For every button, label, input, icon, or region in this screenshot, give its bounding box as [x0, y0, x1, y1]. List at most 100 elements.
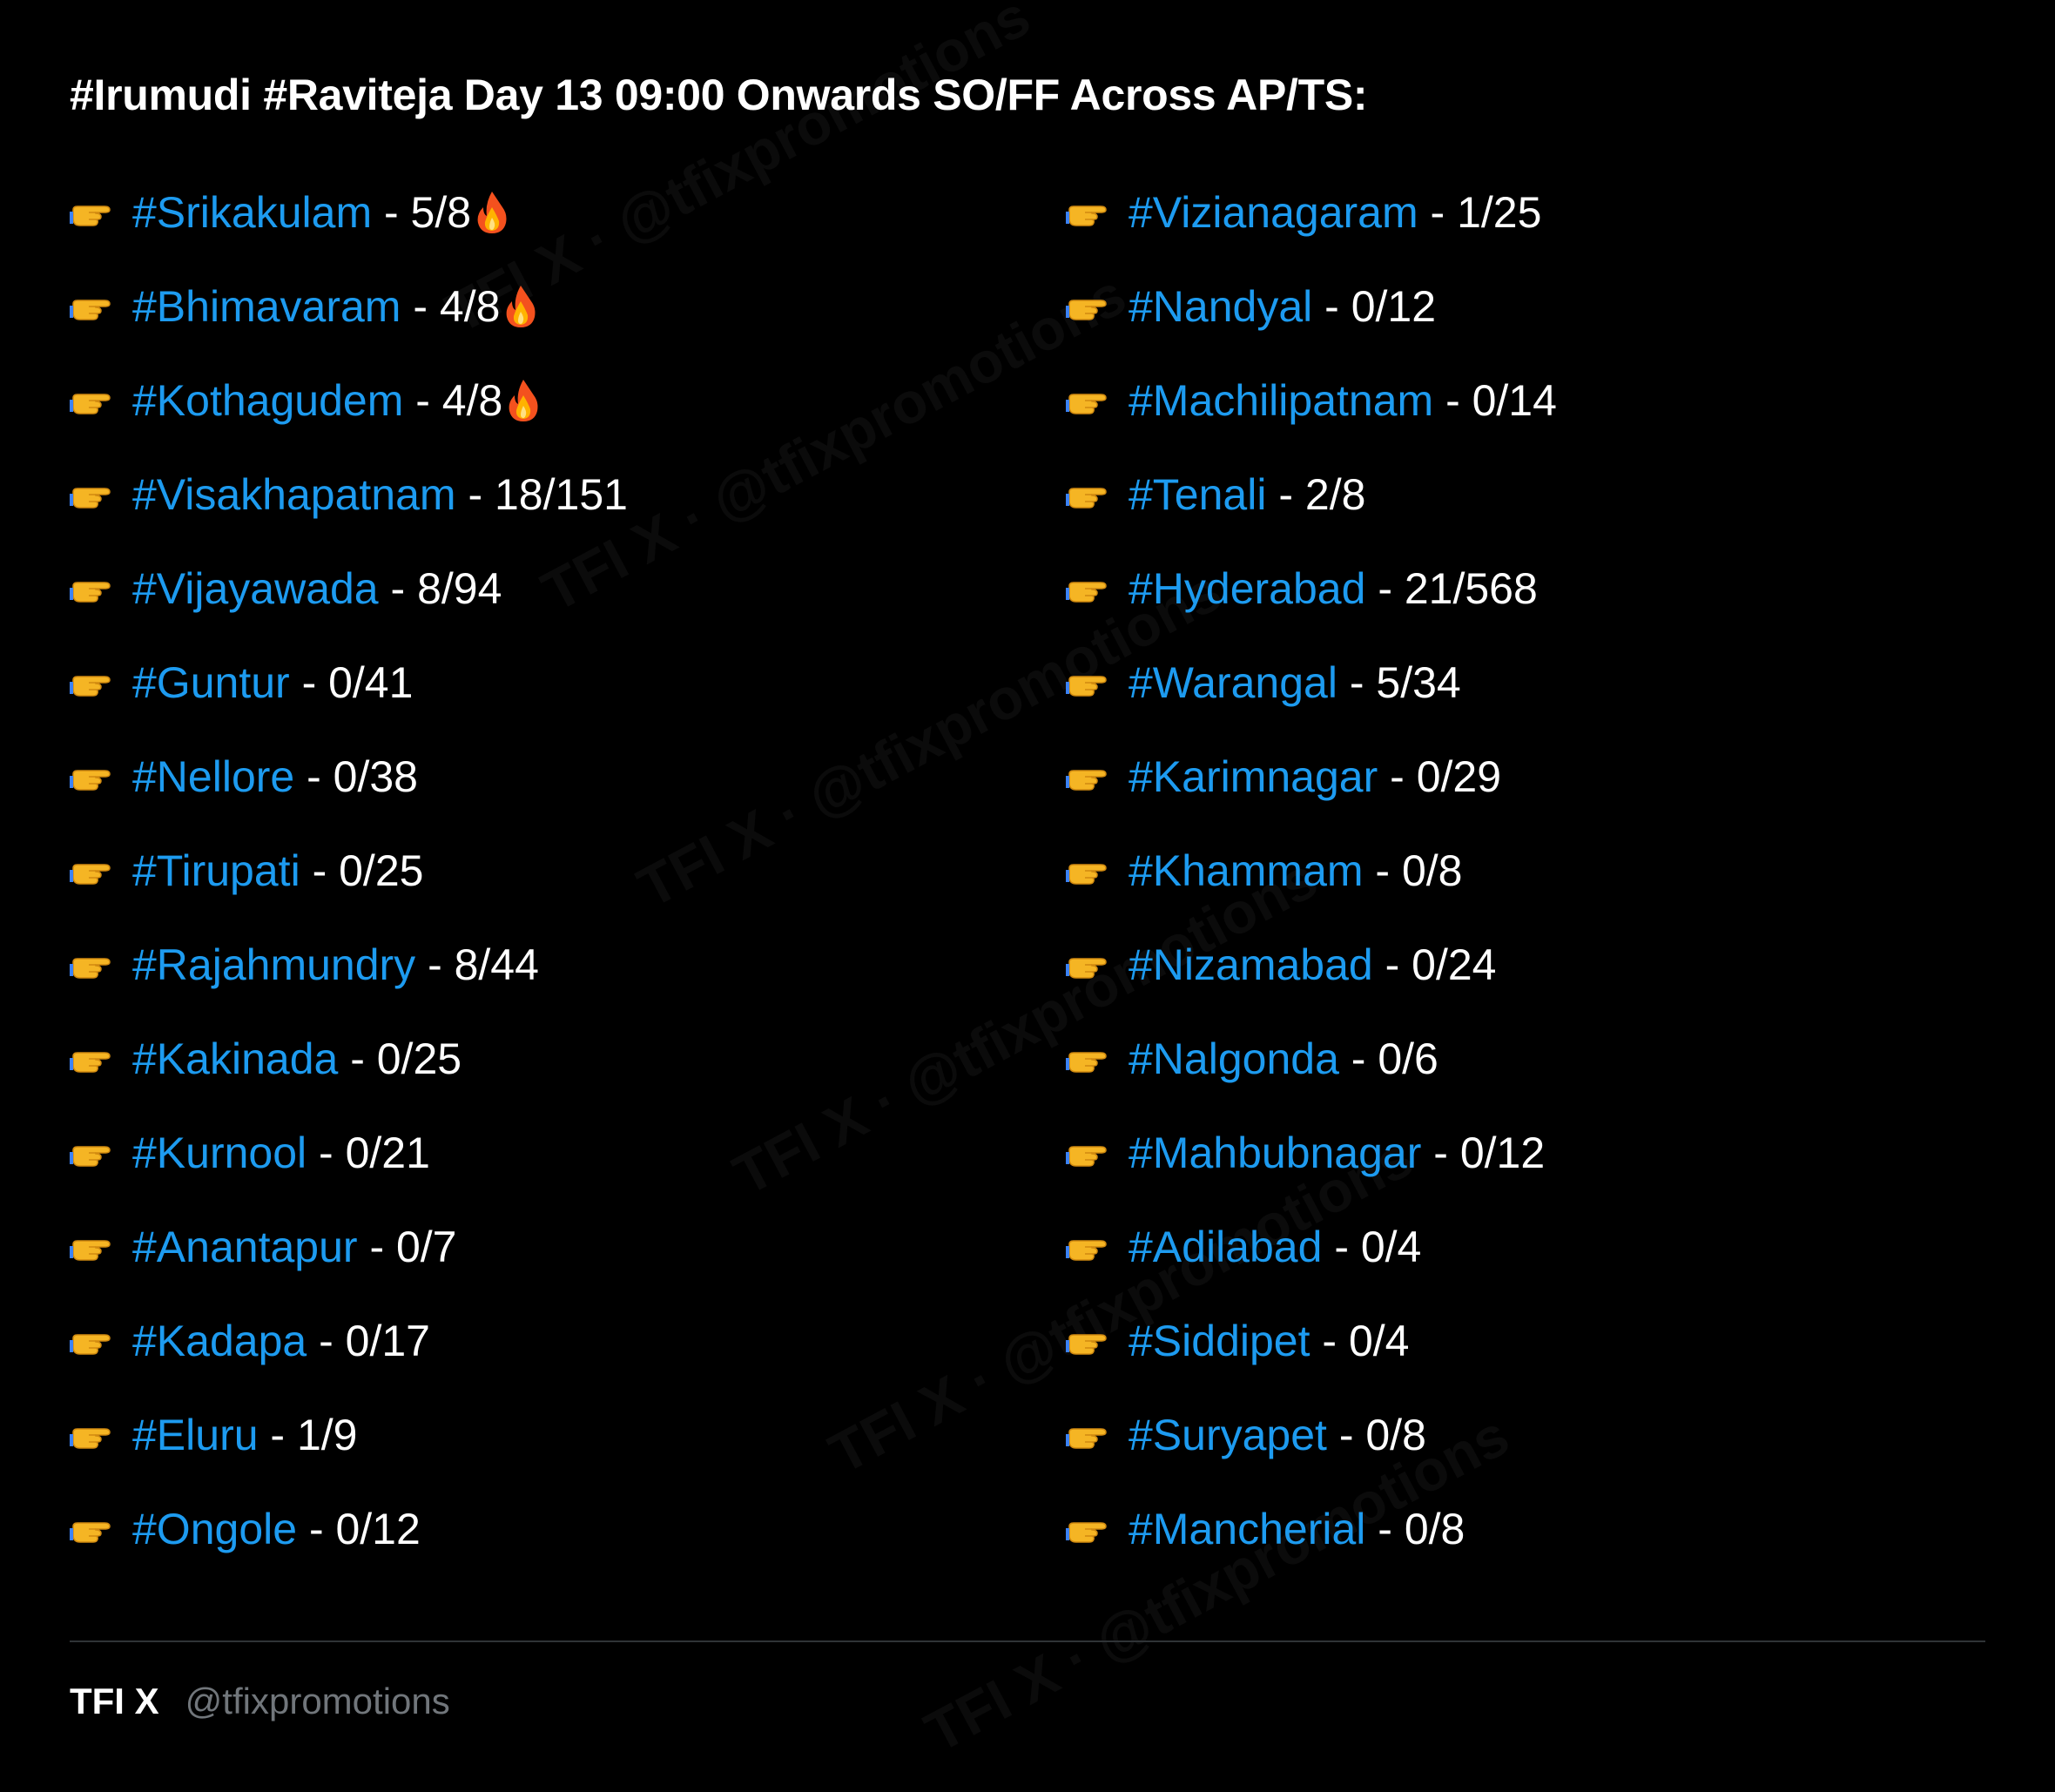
pointing-hand-icon	[70, 576, 118, 603]
pointing-hand-icon	[1066, 199, 1115, 226]
brand-name: TFI X	[70, 1681, 159, 1721]
shows-ratio: 0/4	[1348, 1317, 1410, 1365]
list-item: #Vijayawada - 8/94	[70, 542, 628, 636]
pointing-hand-icon	[1066, 858, 1115, 885]
separator: -	[258, 1411, 297, 1459]
list-item: #Bhimavaram - 4/8	[70, 259, 628, 354]
list-item: #Nizamabad - 0/24	[1066, 918, 1557, 1012]
city-hashtag-link[interactable]: #Nizamabad	[1129, 939, 1373, 991]
pointing-hand-icon	[1066, 952, 1115, 979]
pointing-hand-icon	[70, 482, 118, 509]
shows-ratio: 8/94	[417, 564, 502, 613]
separator: -	[1418, 188, 1458, 237]
city-hashtag-link[interactable]: #Vizianagaram	[1129, 186, 1418, 239]
pointing-hand-icon	[1066, 1140, 1115, 1167]
shows-ratio: 0/12	[335, 1505, 421, 1553]
pointing-hand-icon	[70, 1516, 118, 1543]
pointing-hand-icon	[70, 1140, 118, 1167]
list-item: #Nalgonda - 0/6	[1066, 1012, 1557, 1106]
city-hashtag-link[interactable]: #Visakhapatnam	[132, 468, 456, 521]
pointing-hand-icon	[1066, 576, 1115, 603]
list-item: #Mahbubnagar - 0/12	[1066, 1106, 1557, 1200]
footer-divider	[70, 1640, 1985, 1642]
separator: -	[1365, 564, 1405, 613]
pointing-hand-icon	[70, 293, 118, 320]
city-hashtag-link[interactable]: #Warangal	[1129, 657, 1337, 709]
list-item: #Adilabad - 0/4	[1066, 1200, 1557, 1294]
list-item: #Kothagudem - 4/8	[70, 354, 628, 448]
pointing-hand-icon	[70, 858, 118, 885]
pointing-hand-icon	[1066, 482, 1115, 509]
city-hashtag-link[interactable]: #Rajahmundry	[132, 939, 415, 991]
city-hashtag-link[interactable]: #Hyderabad	[1129, 563, 1365, 615]
shows-ratio: 0/21	[345, 1128, 430, 1177]
separator: -	[297, 1505, 336, 1553]
city-hashtag-link[interactable]: #Karimnagar	[1129, 751, 1378, 803]
city-hashtag-link[interactable]: #Kakinada	[132, 1033, 338, 1085]
list-item: #Guntur - 0/41	[70, 636, 628, 730]
separator: -	[415, 940, 455, 989]
city-hashtag-link[interactable]: #Ongole	[132, 1503, 297, 1555]
city-hashtag-link[interactable]: #Kadapa	[132, 1315, 307, 1367]
pointing-hand-icon	[70, 1422, 118, 1449]
pointing-hand-icon	[70, 952, 118, 979]
shows-ratio: 4/8	[439, 282, 501, 331]
shows-ratio: 0/25	[339, 846, 424, 895]
list-item: #Karimnagar - 0/29	[1066, 730, 1557, 824]
city-hashtag-link[interactable]: #Tirupati	[132, 845, 300, 897]
separator: -	[289, 658, 329, 707]
separator: -	[357, 1223, 396, 1271]
city-hashtag-link[interactable]: #Eluru	[132, 1409, 259, 1461]
city-hashtag-link[interactable]: #Vijayawada	[132, 563, 379, 615]
separator: -	[455, 470, 495, 519]
fire-icon	[504, 378, 542, 423]
account-handle[interactable]: @tfixpromotions	[185, 1681, 450, 1722]
separator: -	[307, 1317, 346, 1365]
city-hashtag-link[interactable]: #Nandyal	[1129, 280, 1312, 333]
city-hashtag-link[interactable]: #Tenali	[1129, 468, 1266, 521]
separator: -	[1322, 1223, 1361, 1271]
shows-ratio: 5/8	[410, 188, 472, 237]
city-hashtag-link[interactable]: #Mahbubnagar	[1129, 1127, 1421, 1179]
left-column-list: #Srikakulam - 5/8 #Bhimavaram - 4/8 #Kotha…	[70, 165, 628, 1576]
fire-icon	[502, 284, 540, 329]
pointing-hand-icon	[1066, 1516, 1115, 1543]
shows-ratio: 0/7	[395, 1223, 457, 1271]
city-hashtag-link[interactable]: #Guntur	[132, 657, 290, 709]
shows-ratio: 0/8	[1404, 1505, 1465, 1553]
city-hashtag-link[interactable]: #Mancherial	[1129, 1503, 1365, 1555]
city-hashtag-link[interactable]: #Srikakulam	[132, 186, 372, 239]
pointing-hand-icon	[70, 1046, 118, 1073]
shows-ratio: 0/38	[333, 752, 418, 801]
separator: -	[1378, 752, 1417, 801]
city-hashtag-link[interactable]: #Siddipet	[1129, 1315, 1310, 1367]
city-hashtag-link[interactable]: #Anantapur	[132, 1221, 358, 1273]
list-item: #Hyderabad - 21/568	[1066, 542, 1557, 636]
city-hashtag-link[interactable]: #Nellore	[132, 751, 294, 803]
city-hashtag-link[interactable]: #Khammam	[1129, 845, 1364, 897]
shows-ratio: 0/12	[1351, 282, 1437, 331]
city-hashtag-link[interactable]: #Kurnool	[132, 1127, 307, 1179]
separator: -	[1421, 1128, 1460, 1177]
shows-ratio: 8/44	[454, 940, 539, 989]
city-hashtag-link[interactable]: #Kothagudem	[132, 374, 403, 427]
city-hashtag-link[interactable]: #Nalgonda	[1129, 1033, 1339, 1085]
fire-icon	[473, 190, 511, 235]
pointing-hand-icon	[70, 1234, 118, 1261]
city-hashtag-link[interactable]: #Adilabad	[1129, 1221, 1322, 1273]
list-item: #Rajahmundry - 8/44	[70, 918, 628, 1012]
shows-ratio: 0/17	[345, 1317, 430, 1365]
city-hashtag-link[interactable]: #Suryapet	[1129, 1409, 1327, 1461]
separator: -	[1310, 1317, 1349, 1365]
list-item: #Kadapa - 0/17	[70, 1294, 628, 1388]
list-item: #Suryapet - 0/8	[1066, 1388, 1557, 1482]
shows-ratio: 0/8	[1365, 1411, 1426, 1459]
list-item: #Kakinada - 0/25	[70, 1012, 628, 1106]
city-hashtag-link[interactable]: #Machilipatnam	[1129, 374, 1433, 427]
city-hashtag-link[interactable]: #Bhimavaram	[132, 280, 401, 333]
shows-ratio: 0/6	[1378, 1034, 1438, 1083]
shows-ratio: 4/8	[441, 376, 503, 425]
separator: -	[294, 752, 334, 801]
list-item: #Vizianagaram - 1/25	[1066, 165, 1557, 259]
shows-ratio: 21/568	[1404, 564, 1538, 613]
